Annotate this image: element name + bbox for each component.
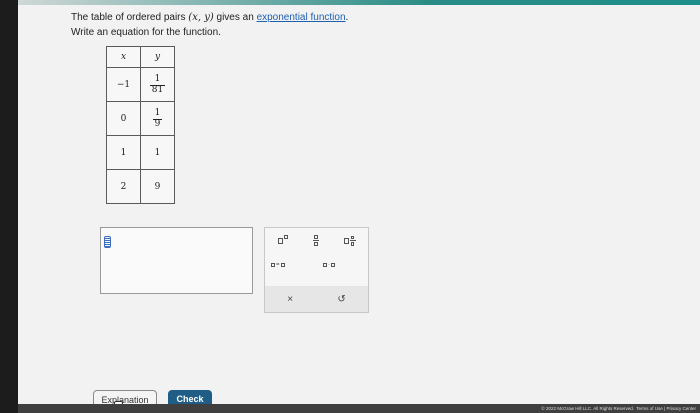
numerator: 1 xyxy=(154,107,161,118)
table-row: 1 1 xyxy=(106,135,175,170)
fraction: 1 81 xyxy=(149,73,166,96)
cell-x: 0 xyxy=(106,101,141,136)
cell-x: 2 xyxy=(106,169,141,204)
cell-x: −1 xyxy=(106,67,141,102)
table-row: 2 9 xyxy=(106,169,175,204)
question-text-start: The table of ordered pairs xyxy=(71,12,189,23)
equals-icon: = xyxy=(276,262,280,268)
mixed-number-tool-button[interactable] xyxy=(343,235,356,246)
palette-row-1 xyxy=(265,234,368,246)
right-box-icon xyxy=(331,263,335,267)
left-box-icon xyxy=(271,263,275,267)
exponent-tool-button[interactable] xyxy=(277,234,288,244)
question-line-2: Write an equation for the function. xyxy=(71,27,221,38)
question-text-end: . xyxy=(345,12,349,23)
palette-row-2: = · xyxy=(271,262,335,268)
ordered-pair: (x, y) xyxy=(188,12,214,23)
math-palette: = · × ↺ xyxy=(264,227,369,313)
denominator: 9 xyxy=(152,118,163,129)
privacy-link[interactable]: Privacy Center xyxy=(666,406,696,411)
dot-icon: · xyxy=(328,262,330,268)
base-box-icon xyxy=(277,237,283,244)
denominator: 81 xyxy=(149,84,166,95)
cell-y: 1 81 xyxy=(140,67,175,102)
header-x: x xyxy=(106,46,141,68)
table-header-row: x y xyxy=(106,46,175,68)
multiply-dot-tool-button[interactable]: · xyxy=(323,262,335,268)
table-row: −1 1 81 xyxy=(106,67,175,102)
copyright-text: © 2022 McGraw Hill LLC. All Rights Reser… xyxy=(541,406,634,411)
cell-x: 1 xyxy=(106,135,141,170)
terms-link[interactable]: Terms of Use xyxy=(636,406,663,411)
cell-y: 1 9 xyxy=(140,101,175,136)
clear-icon[interactable]: × xyxy=(287,294,293,305)
top-accent-bar xyxy=(18,0,700,5)
fraction: 1 9 xyxy=(152,107,163,130)
numerator-box-icon xyxy=(350,235,355,239)
question-text-middle: gives an xyxy=(213,12,257,23)
numerator-box-icon xyxy=(313,235,318,239)
header-y: y xyxy=(140,46,175,68)
undo-icon[interactable]: ↺ xyxy=(337,294,345,305)
superscript-box-icon xyxy=(283,234,288,239)
fraction-tool-button[interactable] xyxy=(312,235,319,246)
right-box-icon xyxy=(280,263,285,267)
fraction-bar-icon xyxy=(312,240,319,241)
footer-bar: © 2022 McGraw Hill LLC. All Rights Reser… xyxy=(18,404,700,413)
left-box-icon xyxy=(323,263,327,267)
ordered-pairs-table: x y −1 1 81 0 1 9 1 1 2 9 xyxy=(106,46,175,204)
cell-y: 9 xyxy=(140,169,175,204)
text-cursor-icon xyxy=(104,236,111,248)
table-row: 0 1 9 xyxy=(106,101,175,136)
answer-input[interactable] xyxy=(100,227,253,294)
fraction-bar-icon xyxy=(349,240,356,241)
mixed-fraction-icon xyxy=(349,235,356,246)
numerator: 1 xyxy=(154,73,161,84)
page: The table of ordered pairs (x, y) gives … xyxy=(18,0,700,413)
question-line-1: The table of ordered pairs (x, y) gives … xyxy=(71,12,348,23)
footer-links: Terms of Use | Privacy Center xyxy=(636,404,696,413)
equals-tool-button[interactable]: = xyxy=(271,262,285,268)
palette-actions: × ↺ xyxy=(265,286,368,312)
whole-box-icon xyxy=(343,237,349,244)
denominator-box-icon xyxy=(313,242,318,246)
denominator-box-icon xyxy=(350,242,355,246)
cell-y: 1 xyxy=(140,135,175,170)
exponential-function-link[interactable]: exponential function xyxy=(257,12,346,23)
